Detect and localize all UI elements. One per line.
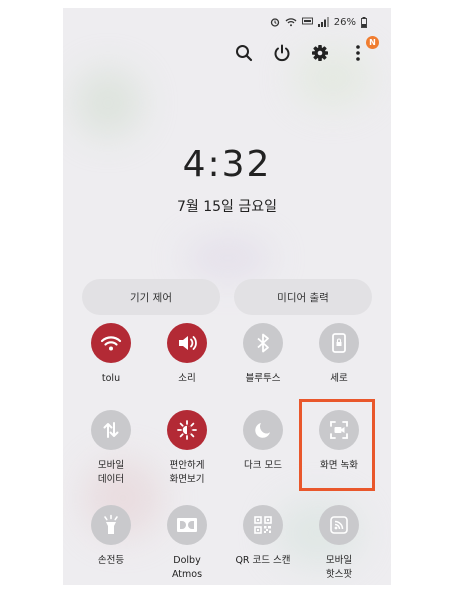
moon-icon <box>255 423 270 438</box>
signal-icon <box>317 17 329 27</box>
eye-comfort-toggle[interactable] <box>167 410 207 450</box>
tile-label: 세로 <box>330 373 348 384</box>
tile-label: 블루투스 <box>245 373 281 384</box>
bluetooth-icon <box>257 333 269 353</box>
tile-qr-scanner[interactable]: QR 코드 스캔 <box>223 505 303 568</box>
tile-mobile-data[interactable]: 모바일 데이터 <box>71 410 151 487</box>
portrait-lock-icon <box>332 333 346 353</box>
tile-label: 모바일 핫스팟 <box>325 555 353 580</box>
power-button[interactable] <box>271 42 293 64</box>
tile-label: 소리 <box>178 373 196 384</box>
hotspot-icon <box>330 516 348 534</box>
clock-date: 7월 15일 금요일 <box>176 199 278 215</box>
power-icon <box>274 44 290 62</box>
qr-scanner-toggle[interactable] <box>243 505 283 545</box>
highlight-frame <box>299 399 375 491</box>
hd-network-icon <box>301 17 313 25</box>
clock-time: 4:32 <box>182 144 272 185</box>
tile-portrait[interactable]: 세로 <box>299 323 379 386</box>
more-options-button[interactable]: N <box>347 36 379 64</box>
tile-bluetooth[interactable]: 블루투스 <box>223 323 303 386</box>
bluetooth-toggle[interactable] <box>243 323 283 363</box>
qr-code-icon <box>254 516 272 534</box>
wifi-status-icon <box>285 18 297 27</box>
media-output-button[interactable]: 미디어 출력 <box>234 279 372 315</box>
battery-percent: 26% <box>333 16 356 28</box>
portrait-toggle[interactable] <box>319 323 359 363</box>
notification-badge: N <box>366 36 379 49</box>
speaker-icon <box>179 336 197 350</box>
tile-label: 다크 모드 <box>244 460 282 471</box>
status-bar: 26% <box>270 14 367 30</box>
device-control-button[interactable]: 기기 제어 <box>82 279 220 315</box>
tile-dolby-atmos[interactable]: Dolby Atmos <box>147 505 227 582</box>
phone-screen: 26% N 4:32 7월 15일 금요일 기기 제어 미디어 출력 tolu … <box>63 8 391 585</box>
wifi-toggle[interactable] <box>91 323 131 363</box>
search-icon <box>236 45 253 62</box>
settings-button[interactable] <box>309 42 331 64</box>
gear-icon <box>312 45 328 61</box>
tile-label: 편안하게 화면보기 <box>169 460 205 485</box>
tile-label: Dolby Atmos <box>171 555 203 580</box>
sound-toggle[interactable] <box>167 323 207 363</box>
flashlight-toggle[interactable] <box>91 505 131 545</box>
mobile-data-toggle[interactable] <box>91 410 131 450</box>
tile-sound[interactable]: 소리 <box>147 323 227 386</box>
tile-label: QR 코드 스캔 <box>235 555 291 566</box>
tile-eye-comfort[interactable]: 편안하게 화면보기 <box>147 410 227 487</box>
tile-dark-mode[interactable]: 다크 모드 <box>223 410 303 473</box>
eye-comfort-icon <box>177 420 197 440</box>
alarm-icon <box>270 18 279 27</box>
search-button[interactable] <box>233 42 255 64</box>
tile-label: tolu <box>101 373 121 384</box>
wifi-icon <box>100 336 122 351</box>
dolby-atmos-toggle[interactable] <box>167 505 207 545</box>
flashlight-icon <box>104 514 118 534</box>
tile-flashlight[interactable]: 손전등 <box>71 505 151 568</box>
mobile-hotspot-toggle[interactable] <box>319 505 359 545</box>
tile-wifi[interactable]: tolu <box>71 323 151 386</box>
battery-icon <box>361 16 367 28</box>
data-arrows-icon <box>103 422 119 438</box>
tile-label: 모바일 데이터 <box>97 460 125 485</box>
quick-panel-toolbar: N <box>233 36 379 64</box>
tile-label: 손전등 <box>97 555 125 566</box>
tile-mobile-hotspot[interactable]: 모바일 핫스팟 <box>299 505 379 582</box>
dark-mode-toggle[interactable] <box>243 410 283 450</box>
dolby-icon <box>177 518 197 532</box>
